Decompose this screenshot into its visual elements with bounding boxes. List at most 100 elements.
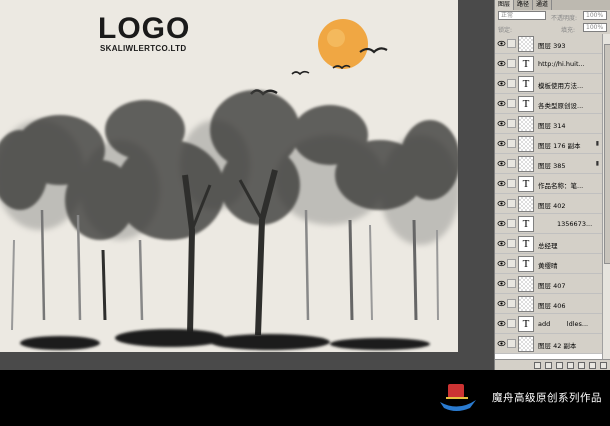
tab-channels[interactable]: 通道: [533, 0, 553, 10]
eye-icon[interactable]: [497, 119, 506, 128]
fill-field[interactable]: 100%: [583, 23, 607, 32]
layer-row[interactable]: 图层 393: [495, 34, 602, 54]
layer-row[interactable]: T 模板使用方法...: [495, 74, 602, 94]
layer-thumbnail: [518, 336, 534, 352]
layer-name: add ldles...: [538, 320, 589, 328]
link-toggle[interactable]: [507, 59, 516, 68]
text-layer-icon: T: [518, 76, 534, 92]
link-toggle[interactable]: [507, 199, 516, 208]
link-toggle[interactable]: [507, 139, 516, 148]
layer-row[interactable]: 图层 406: [495, 294, 602, 314]
link-toggle[interactable]: [507, 159, 516, 168]
layer-name: 图层 385: [538, 162, 566, 170]
eye-icon[interactable]: [497, 299, 506, 308]
text-layer-icon: T: [518, 316, 534, 332]
link-layers-icon[interactable]: [534, 361, 541, 369]
link-toggle[interactable]: [507, 259, 516, 268]
blend-mode-select[interactable]: 正常: [498, 11, 546, 20]
layer-name: 各类型原创设...: [538, 102, 584, 110]
eye-icon[interactable]: [497, 339, 506, 348]
eye-icon[interactable]: [497, 279, 506, 288]
text-layer-icon: T: [518, 236, 534, 252]
eye-icon[interactable]: [497, 259, 506, 268]
layers-scrollbar[interactable]: [602, 34, 610, 359]
layer-row[interactable]: 图层 314: [495, 114, 602, 134]
link-toggle[interactable]: [507, 319, 516, 328]
tab-paths[interactable]: 路径: [514, 0, 534, 10]
layer-row[interactable]: T 黄缨晴: [495, 254, 602, 274]
lock-options-row: 锁定: 填充: 100%: [495, 22, 610, 34]
artwork-canvas[interactable]: LOGO SKALIWLERTCO.LTD: [0, 0, 458, 352]
eye-icon[interactable]: [497, 159, 506, 168]
layer-row[interactable]: T 各类型原创设...: [495, 94, 602, 114]
layer-name: 图层 314: [538, 122, 566, 130]
trash-icon[interactable]: [600, 361, 607, 369]
mask-icon[interactable]: [556, 361, 563, 369]
opacity-field[interactable]: 100%: [583, 11, 607, 20]
scroll-thumb[interactable]: [604, 44, 610, 264]
canvas-workspace[interactable]: LOGO SKALIWLERTCO.LTD: [0, 0, 494, 370]
link-toggle[interactable]: [507, 299, 516, 308]
folder-icon[interactable]: [578, 361, 585, 369]
logo-subtitle: SKALIWLERTCO.LTD: [100, 44, 187, 53]
sun-icon: [318, 19, 368, 69]
eye-icon[interactable]: [497, 79, 506, 88]
eye-icon[interactable]: [497, 179, 506, 188]
layer-thumbnail: [518, 116, 534, 132]
link-toggle[interactable]: [507, 179, 516, 188]
layer-thumbnail: [518, 156, 534, 172]
layer-row[interactable]: 图层 385 ▮: [495, 154, 602, 174]
layer-name: 总经理: [538, 242, 558, 250]
eye-icon[interactable]: [497, 39, 506, 48]
layer-row[interactable]: T 作品名称：笔...: [495, 174, 602, 194]
layer-name: 图层 402: [538, 202, 566, 210]
new-layer-icon[interactable]: [589, 361, 596, 369]
link-toggle[interactable]: [507, 219, 516, 228]
layer-row[interactable]: T http://hi.huit...: [495, 54, 602, 74]
layer-row[interactable]: T 总经理: [495, 234, 602, 254]
panel-footer: [495, 359, 610, 370]
layer-row[interactable]: 图层 176 副本 ▮: [495, 134, 602, 154]
eye-icon[interactable]: [497, 219, 506, 228]
layer-row[interactable]: 图层 407: [495, 274, 602, 294]
text-layer-icon: T: [518, 256, 534, 272]
layer-style-icon[interactable]: [545, 361, 552, 369]
layer-name: 模板使用方法...: [538, 82, 584, 90]
link-toggle[interactable]: [507, 339, 516, 348]
adjustment-icon[interactable]: [567, 361, 574, 369]
layer-row[interactable]: 图层 42 副本: [495, 334, 602, 354]
eye-icon[interactable]: [497, 139, 506, 148]
eye-icon[interactable]: [497, 319, 506, 328]
eye-icon[interactable]: [497, 99, 506, 108]
layer-row[interactable]: T 1356673...: [495, 214, 602, 234]
caption-bar: 魔舟高级原创系列作品: [0, 370, 610, 426]
tab-layers[interactable]: 图层: [495, 0, 515, 10]
link-toggle[interactable]: [507, 239, 516, 248]
eye-icon[interactable]: [497, 239, 506, 248]
opacity-label: 不透明度:: [551, 15, 578, 22]
link-toggle[interactable]: [507, 79, 516, 88]
layer-name: 图层 176 副本: [538, 142, 581, 150]
eye-icon[interactable]: [497, 59, 506, 68]
text-layer-icon: T: [518, 176, 534, 192]
ink-painting: [0, 19, 458, 350]
layer-list: 图层 393 T http://hi.huit... T 模板使用方法... T…: [495, 34, 602, 359]
link-toggle[interactable]: [507, 119, 516, 128]
layer-name: 黄缨晴: [538, 262, 558, 270]
link-toggle[interactable]: [507, 99, 516, 108]
logo-title: LOGO: [98, 12, 191, 45]
layer-thumbnail: [518, 296, 534, 312]
lock-icon: ▮: [595, 140, 599, 147]
layer-thumbnail: [518, 136, 534, 152]
eye-icon[interactable]: [497, 199, 506, 208]
layer-name: http://hi.huit...: [538, 60, 585, 68]
text-layer-icon: T: [518, 56, 534, 72]
boat-logo-icon: [440, 384, 476, 411]
caption-text: 魔舟高级原创系列作品: [492, 392, 602, 404]
layer-row[interactable]: T add ldles...: [495, 314, 602, 334]
fill-label: 填充:: [561, 27, 576, 34]
link-toggle[interactable]: [507, 39, 516, 48]
link-toggle[interactable]: [507, 279, 516, 288]
layers-panel: 图层 路径 通道 正常 不透明度: 100% 锁定: 填充: 100% 图层 3…: [494, 0, 610, 370]
layer-row[interactable]: 图层 402: [495, 194, 602, 214]
